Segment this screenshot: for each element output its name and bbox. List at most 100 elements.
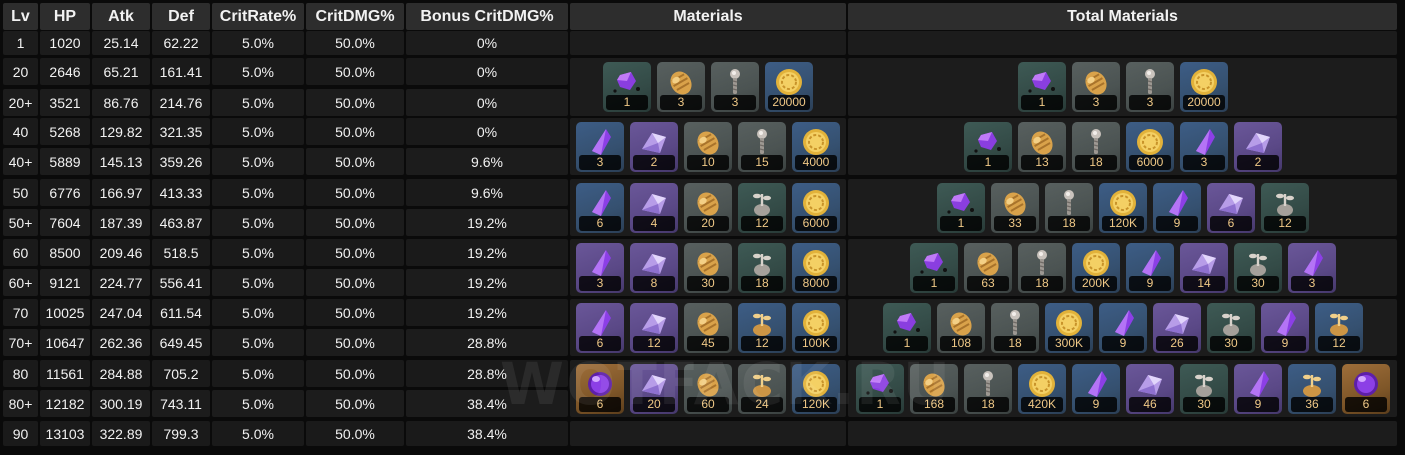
total-material-item: 420K — [1018, 364, 1066, 414]
purple-crystal-chip-icon — [891, 308, 923, 338]
total-materials-cell — [848, 58, 1397, 116]
golden-pine-cone-icon — [918, 369, 950, 399]
material-item: 12 — [738, 303, 786, 353]
material-item: 12 — [738, 183, 786, 233]
material-item: 8 — [630, 243, 678, 293]
total-material-item: 120K — [1099, 183, 1147, 233]
golden-pine-cone-icon — [692, 188, 724, 218]
purple-fragment-icon — [638, 127, 670, 157]
purple-shard-icon — [1107, 308, 1139, 338]
cell-crit-rate: 5.0% — [212, 179, 304, 206]
total-material-quantity: 9 — [1075, 397, 1117, 412]
material-item: 30 — [684, 243, 732, 293]
header-crit-dmg: CritDMG% — [306, 3, 404, 30]
total-material-quantity: 420K — [1021, 397, 1063, 412]
total-material-quantity: 120K — [1102, 216, 1144, 231]
total-material-quantity: 168 — [913, 397, 955, 412]
cell-atk: 65.21 — [92, 58, 150, 85]
material-quantity: 20 — [633, 397, 675, 412]
golden-pine-cone-icon — [972, 248, 1004, 278]
material-quantity: 12 — [741, 336, 783, 351]
total-material-item: 63 — [964, 243, 1012, 293]
purple-shard-icon — [1242, 369, 1274, 399]
total-material-item: 200K — [1072, 243, 1120, 293]
material-quantity: 8 — [633, 276, 675, 291]
cell-def: 62.22 — [152, 31, 210, 55]
cell-bonus: 9.6% — [406, 179, 568, 206]
material-item: 120K — [792, 364, 840, 414]
total-material-item: 9 — [1234, 364, 1282, 414]
cell-def: 799.3 — [152, 421, 210, 446]
total-material-quantity: 30 — [1183, 397, 1225, 412]
total-material-item: 108 — [937, 303, 985, 353]
material-item: 20 — [630, 364, 678, 414]
material-item: 15 — [738, 122, 786, 172]
total-material-item: 18 — [991, 303, 1039, 353]
cell-atk: 224.77 — [92, 269, 150, 296]
golden-sprout-icon — [1323, 308, 1355, 338]
silver-sprout-icon — [1242, 248, 1274, 278]
golden-pine-cone-icon — [692, 127, 724, 157]
total-material-quantity: 63 — [967, 276, 1009, 291]
total-material-quantity: 26 — [1156, 336, 1198, 351]
cell-crit-rate: 5.0% — [212, 360, 304, 387]
total-material-item: 2 — [1234, 122, 1282, 172]
silver-sprout-icon — [746, 248, 778, 278]
material-item: 6 — [576, 303, 624, 353]
silver-bolt-icon — [1080, 127, 1112, 157]
golden-sprout-icon — [1296, 369, 1328, 399]
silver-sprout-icon — [1188, 369, 1220, 399]
gold-coin-icon — [800, 248, 832, 278]
material-quantity: 10 — [687, 155, 729, 170]
cell-atk: 187.39 — [92, 209, 150, 236]
cell-def: 518.5 — [152, 239, 210, 266]
header-atk: Atk — [92, 3, 150, 30]
cell-hp: 3521 — [40, 89, 90, 116]
purple-shard-icon — [1080, 369, 1112, 399]
cell-crit-rate: 5.0% — [212, 299, 304, 326]
purple-shard-icon — [584, 127, 616, 157]
total-material-quantity: 3 — [1075, 95, 1117, 110]
total-material-quantity: 1 — [967, 155, 1009, 170]
material-item: 4 — [630, 183, 678, 233]
cell-def: 743.11 — [152, 390, 210, 417]
header-total-materials: Total Materials — [848, 3, 1397, 30]
material-quantity: 24 — [741, 397, 783, 412]
material-item: 100K — [792, 303, 840, 353]
cell-def: 556.41 — [152, 269, 210, 296]
cell-bonus: 19.2% — [406, 239, 568, 266]
total-material-quantity: 14 — [1183, 276, 1225, 291]
cell-lv: 50+ — [3, 209, 38, 236]
total-material-item: 30 — [1180, 364, 1228, 414]
gold-coin-icon — [1026, 369, 1058, 399]
cell-crit-dmg: 50.0% — [306, 148, 404, 175]
total-material-quantity: 13 — [1021, 155, 1063, 170]
material-quantity: 20000 — [768, 95, 810, 110]
material-quantity: 3 — [714, 95, 756, 110]
total-material-item: 6 — [1207, 183, 1255, 233]
material-item: 6000 — [792, 183, 840, 233]
gold-coin-icon — [1053, 308, 1085, 338]
silver-sprout-icon — [1215, 308, 1247, 338]
material-quantity: 12 — [741, 216, 783, 231]
total-material-quantity: 30 — [1237, 276, 1279, 291]
purple-shard-icon — [1269, 308, 1301, 338]
purple-crystal-chip-icon — [918, 248, 950, 278]
total-material-item: 1 — [883, 303, 931, 353]
cell-hp: 7604 — [40, 209, 90, 236]
total-material-quantity: 30 — [1210, 336, 1252, 351]
material-item: 45 — [684, 303, 732, 353]
gold-coin-icon — [773, 67, 805, 97]
cell-bonus: 19.2% — [406, 299, 568, 326]
gold-coin-icon — [1080, 248, 1112, 278]
total-material-quantity: 108 — [940, 336, 982, 351]
cell-def: 463.87 — [152, 209, 210, 236]
cell-lv: 40+ — [3, 148, 38, 175]
total-material-item: 18 — [964, 364, 1012, 414]
total-materials-cell-empty — [848, 421, 1397, 446]
material-quantity: 3 — [660, 95, 702, 110]
cell-lv: 1 — [3, 31, 38, 55]
purple-shard-icon — [584, 248, 616, 278]
purple-fragment-icon — [638, 369, 670, 399]
material-item: 6 — [576, 183, 624, 233]
